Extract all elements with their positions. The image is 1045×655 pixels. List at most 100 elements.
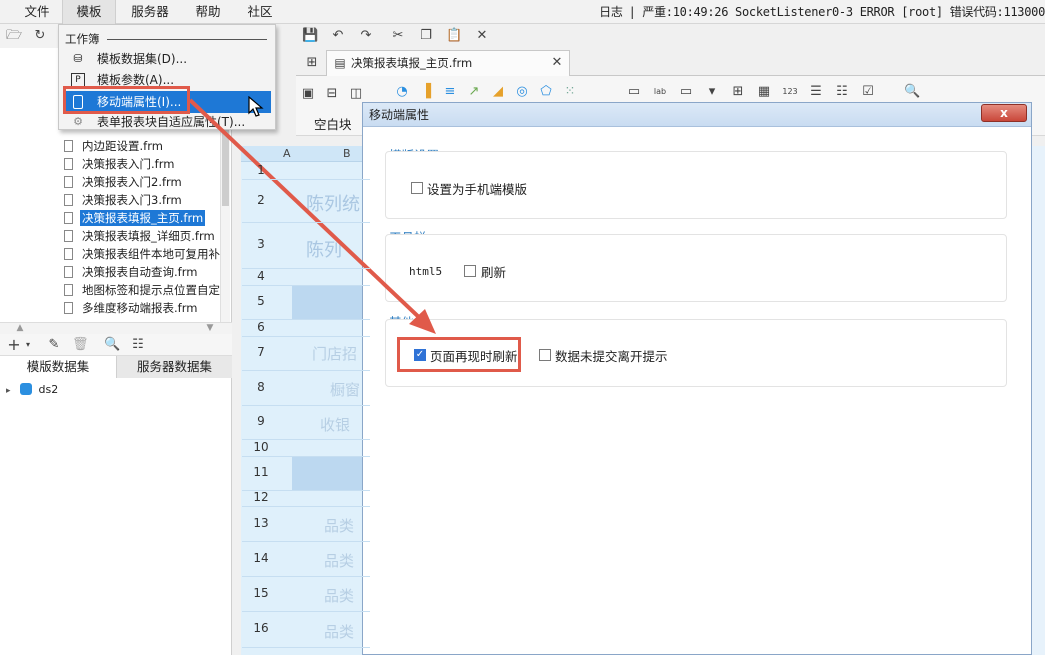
refresh-icon[interactable]: ↻ bbox=[32, 28, 48, 44]
panel-splitter[interactable]: ▲ ▼ bbox=[0, 322, 232, 334]
file-item[interactable]: 决策报表入门2.frm bbox=[62, 173, 184, 191]
cell-text: 陈列 bbox=[306, 240, 342, 261]
menu-divider bbox=[107, 39, 267, 40]
cut-icon[interactable]: ✂ bbox=[390, 28, 406, 44]
log-label[interactable]: 日志 bbox=[599, 5, 623, 19]
menu-template[interactable]: 模板 bbox=[62, 0, 116, 24]
table-block-icon[interactable]: ⊟ bbox=[324, 86, 340, 102]
dataset-settings-icon[interactable]: ☷ bbox=[130, 337, 146, 353]
date-widget-icon[interactable]: ▦ bbox=[756, 84, 772, 100]
status-line: 日志 | 严重:10:49:26 SocketListener0-3 ERROR … bbox=[599, 0, 1045, 24]
column-label: A bbox=[283, 147, 291, 160]
form-file-icon: ▤ bbox=[334, 56, 346, 70]
row-number: 2 bbox=[257, 192, 265, 207]
annotation-box-menu bbox=[63, 86, 190, 114]
radio-group-icon[interactable]: ☷ bbox=[834, 84, 850, 100]
unsubmitted-hint-checkbox[interactable] bbox=[539, 349, 551, 361]
hbar-chart-icon[interactable]: ≡ bbox=[442, 84, 458, 100]
dropdown-widget-icon[interactable]: ▾ bbox=[704, 84, 720, 100]
file-icon bbox=[64, 140, 73, 152]
cell-text: 品类 bbox=[324, 552, 355, 570]
annotation-box-checkbox bbox=[397, 337, 521, 372]
open-folder-icon[interactable]: 🗁 bbox=[6, 28, 22, 44]
text-widget-icon[interactable]: ▭ bbox=[678, 84, 694, 100]
edit-icon[interactable]: ✎ bbox=[46, 337, 62, 353]
grid-icon[interactable]: ⊞ bbox=[304, 55, 320, 71]
menu-community[interactable]: 社区 bbox=[238, 0, 282, 24]
save-icon[interactable]: 💾 bbox=[302, 28, 318, 44]
refresh-checkbox[interactable] bbox=[464, 265, 476, 277]
file-item[interactable]: 多维度移动端报表.frm bbox=[62, 299, 199, 317]
preview-icon[interactable]: 🔍 bbox=[104, 337, 120, 353]
dataset-item[interactable]: ▸ ds2 bbox=[6, 381, 58, 399]
row-number: 10 bbox=[253, 439, 269, 454]
file-icon bbox=[64, 302, 73, 314]
button-widget-icon[interactable]: ▭ bbox=[626, 84, 642, 100]
tab-template-dataset[interactable]: 模版数据集 bbox=[0, 356, 116, 378]
file-icon bbox=[64, 158, 73, 170]
undo-icon[interactable]: ↶ bbox=[330, 28, 346, 44]
row-number: 9 bbox=[257, 414, 265, 428]
menu-server[interactable]: 服务器 bbox=[120, 0, 180, 24]
file-item[interactable]: 决策报表填报_详细页.frm bbox=[62, 227, 217, 245]
close-button[interactable]: x bbox=[981, 104, 1027, 122]
menu-help[interactable]: 帮助 bbox=[186, 0, 230, 24]
menu-file[interactable]: 文件 bbox=[16, 0, 58, 24]
bar-chart-icon[interactable]: ▐ bbox=[418, 84, 434, 100]
redo-icon[interactable]: ↷ bbox=[358, 28, 374, 44]
delete-x-icon[interactable]: ✕ bbox=[474, 28, 490, 44]
scatter-icon[interactable]: ⁙ bbox=[562, 84, 578, 100]
file-item[interactable]: 决策报表入门.frm bbox=[62, 155, 176, 173]
delete-icon[interactable]: 🗑 bbox=[72, 337, 89, 353]
file-item[interactable]: 决策报表入门3.frm bbox=[62, 191, 184, 209]
chevron-down-icon[interactable]: ▾ bbox=[20, 337, 36, 353]
column-label: B bbox=[343, 147, 351, 160]
radar-icon[interactable]: ⬠ bbox=[538, 84, 554, 100]
row-number: 16 bbox=[253, 621, 269, 635]
number-widget-icon[interactable]: 123 bbox=[782, 84, 798, 100]
cell-text: 陈列统 bbox=[306, 194, 360, 215]
file-item[interactable]: 决策报表组件本地可复用补 bbox=[62, 245, 222, 263]
group-toolbar bbox=[385, 234, 1007, 302]
mobile-template-label: 设置为手机端模版 bbox=[427, 182, 528, 197]
row-divider bbox=[242, 576, 370, 577]
row-number: 8 bbox=[257, 379, 265, 394]
menu-item-adaptive-properties[interactable]: ⚙ 表单报表块自适应属性(T)... bbox=[63, 111, 271, 133]
close-tab-icon[interactable]: ✕ bbox=[549, 55, 565, 71]
file-item[interactable]: 地图标签和提示点位置自定 bbox=[62, 281, 222, 299]
unsubmitted-hint-label: 数据未提交离开提示 bbox=[555, 349, 668, 364]
label-widget-icon[interactable]: lab bbox=[652, 84, 668, 100]
gauge-icon[interactable]: ◎ bbox=[514, 84, 530, 100]
tab-document[interactable]: ▤ 决策报表填报_主页.frm ✕ bbox=[326, 50, 570, 76]
tree-widget-icon[interactable]: ⊞ bbox=[730, 84, 746, 100]
textarea-widget-icon[interactable]: ☰ bbox=[808, 84, 824, 100]
mobile-template-checkbox[interactable] bbox=[411, 182, 423, 194]
row-divider bbox=[242, 285, 370, 286]
param-icon: P bbox=[71, 73, 85, 87]
dialog-titlebar[interactable]: 移动端属性 bbox=[363, 103, 1031, 127]
area-chart-icon[interactable]: ◢ bbox=[490, 84, 506, 100]
file-item-selected[interactable]: 决策报表填报_主页.frm bbox=[62, 209, 206, 227]
split-block-icon[interactable]: ◫ bbox=[348, 86, 364, 102]
checkbox-group-icon[interactable]: ☑ bbox=[860, 84, 876, 100]
menu-group-label: 工作簿 bbox=[65, 32, 100, 46]
file-icon bbox=[64, 212, 73, 224]
paste-icon[interactable]: 📋 bbox=[446, 28, 462, 44]
layout-block-icon[interactable]: ▣ bbox=[300, 86, 316, 102]
menu-item-template-dataset[interactable]: ⛁ 模板数据集(D)... bbox=[63, 48, 271, 70]
search-widget-icon[interactable]: 🔍 bbox=[904, 84, 920, 100]
line-chart-icon[interactable]: ↗ bbox=[466, 84, 482, 100]
row-divider bbox=[242, 370, 370, 371]
copy-icon[interactable]: ❐ bbox=[418, 28, 434, 44]
row-divider bbox=[242, 541, 370, 542]
refresh-label: 刷新 bbox=[481, 265, 507, 280]
file-item[interactable]: 内边距设置.frm bbox=[62, 137, 165, 155]
file-icon bbox=[64, 230, 73, 242]
canvas-band bbox=[292, 285, 370, 319]
file-item[interactable]: 决策报表自动查询.frm bbox=[62, 263, 199, 281]
tab-server-dataset[interactable]: 服务器数据集 bbox=[116, 356, 232, 378]
pie-chart-icon[interactable]: ◔ bbox=[394, 84, 410, 100]
expand-arrow-icon[interactable]: ▸ bbox=[6, 386, 11, 396]
right-strip bbox=[1030, 146, 1045, 655]
template-menu-dropdown: 工作簿 ⛁ 模板数据集(D)... P 模板参数(A)... 移动端属性(I).… bbox=[58, 24, 276, 130]
